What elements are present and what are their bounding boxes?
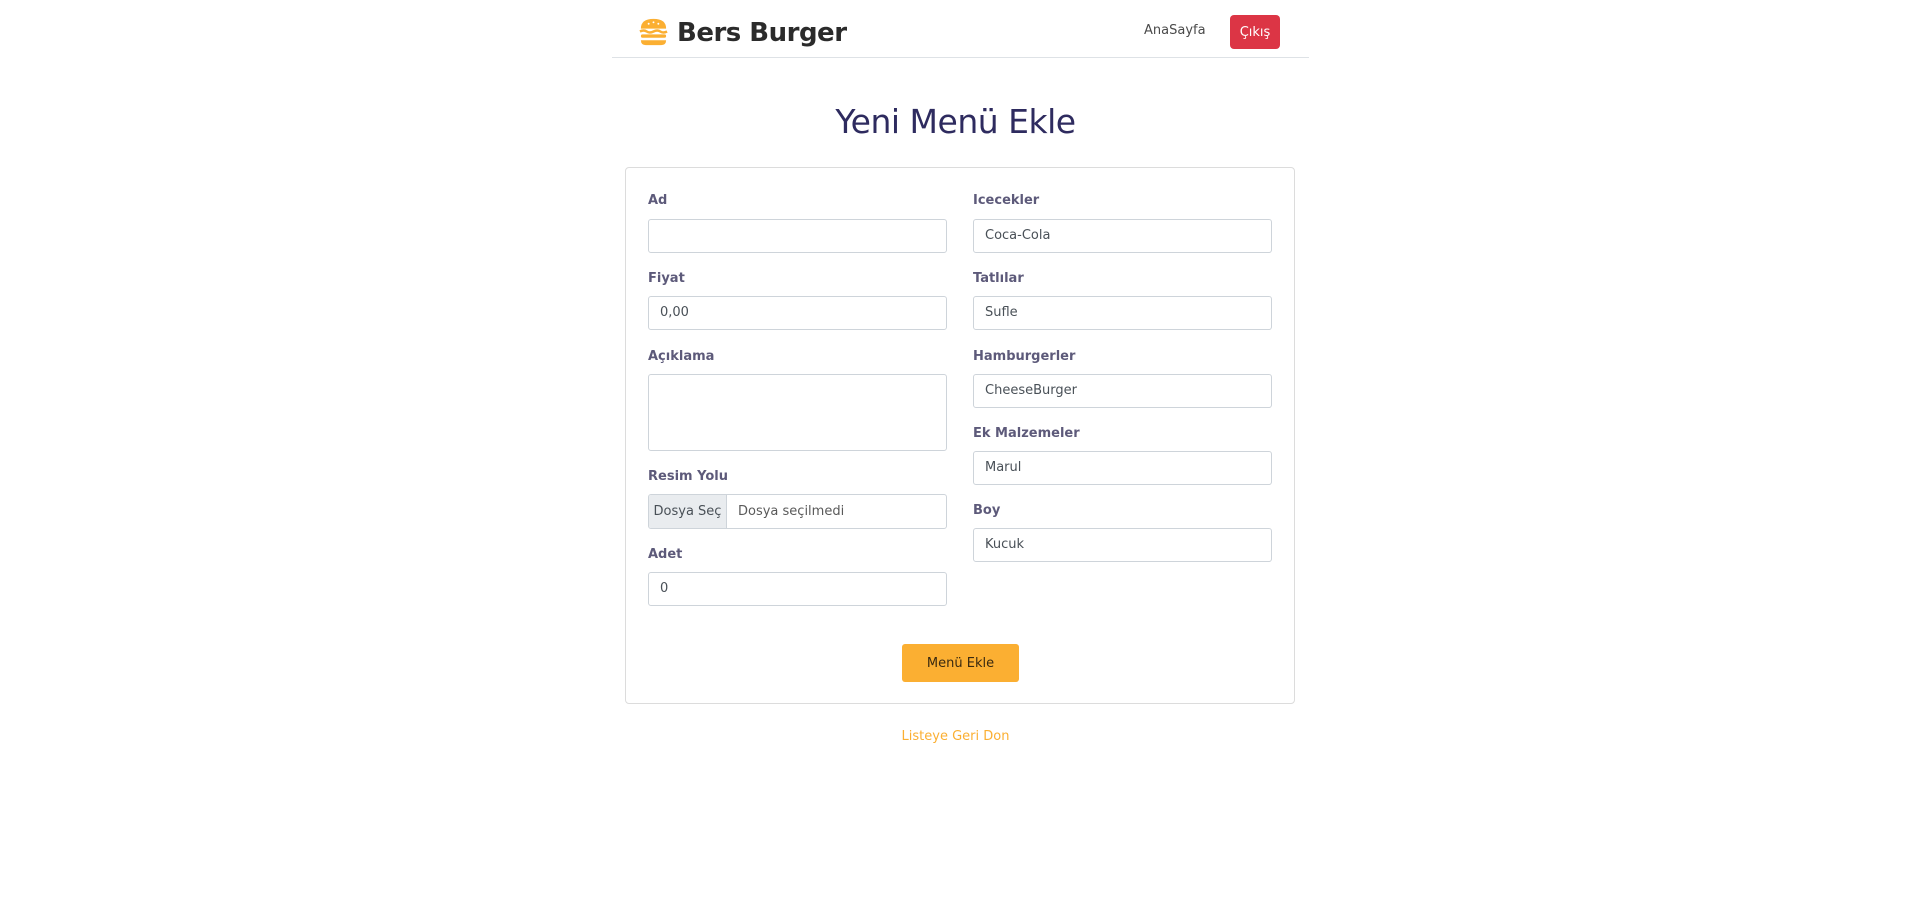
quantity-input[interactable]: 0 [648,572,947,606]
back-to-list-link[interactable]: Listeye Geri Don [0,728,1911,746]
image-label: Resim Yolu [648,469,728,484]
extras-select[interactable]: Marul [973,451,1272,485]
description-label: Açıklama [648,349,715,364]
choose-file-button[interactable]: Dosya Seç [649,495,727,528]
description-textarea[interactable] [648,374,947,451]
quantity-label: Adet [648,547,683,562]
desserts-label: Tatlılar [973,271,1024,286]
drinks-select[interactable]: Coca-Cola [973,219,1272,253]
nav-home-link[interactable]: AnaSayfa [1144,22,1206,40]
name-label: Ad [648,193,668,208]
brand-name: Bers Burger [677,18,847,48]
navbar: Bers Burger AnaSayfa Çıkış [612,0,1309,58]
size-field-group: Boy [973,502,1000,520]
description-field-group: Açıklama [648,348,714,366]
size-select[interactable]: Kucuk [973,528,1272,562]
page-title: Yeni Menü Ekle [835,102,1076,141]
file-status-text: Dosya seçilmedi [738,504,845,519]
burgers-field-group: Hamburgerler [973,348,1075,366]
name-input[interactable] [648,219,947,253]
extras-field-group: Ek Malzemeler [973,425,1080,443]
desserts-select[interactable]: Sufle [973,296,1272,330]
image-file-input[interactable]: Dosya Seç Dosya seçilmedi [648,494,947,529]
burgers-select[interactable]: CheeseBurger [973,374,1272,408]
brand[interactable]: Bers Burger [638,16,847,51]
desserts-field-group: Tatlılar [973,270,1024,288]
burger-icon [638,16,669,51]
price-field-group: Fiyat [648,270,685,288]
add-menu-button[interactable]: Menü Ekle [902,644,1019,682]
burgers-label: Hamburgerler [973,349,1076,364]
quantity-field-group: Adet [648,546,682,564]
size-label: Boy [973,503,1001,518]
drinks-field-group: Icecekler [973,192,1039,210]
price-label: Fiyat [648,271,685,286]
logout-button[interactable]: Çıkış [1230,15,1280,49]
extras-label: Ek Malzemeler [973,426,1080,441]
menu-form-card: Ad Fiyat 0,00 Açıklama Resim Yolu Dosya … [625,167,1295,704]
name-field-group: Ad [648,192,667,210]
price-input[interactable]: 0,00 [648,296,947,330]
drinks-label: Icecekler [973,193,1040,208]
image-field-group: Resim Yolu [648,468,728,486]
